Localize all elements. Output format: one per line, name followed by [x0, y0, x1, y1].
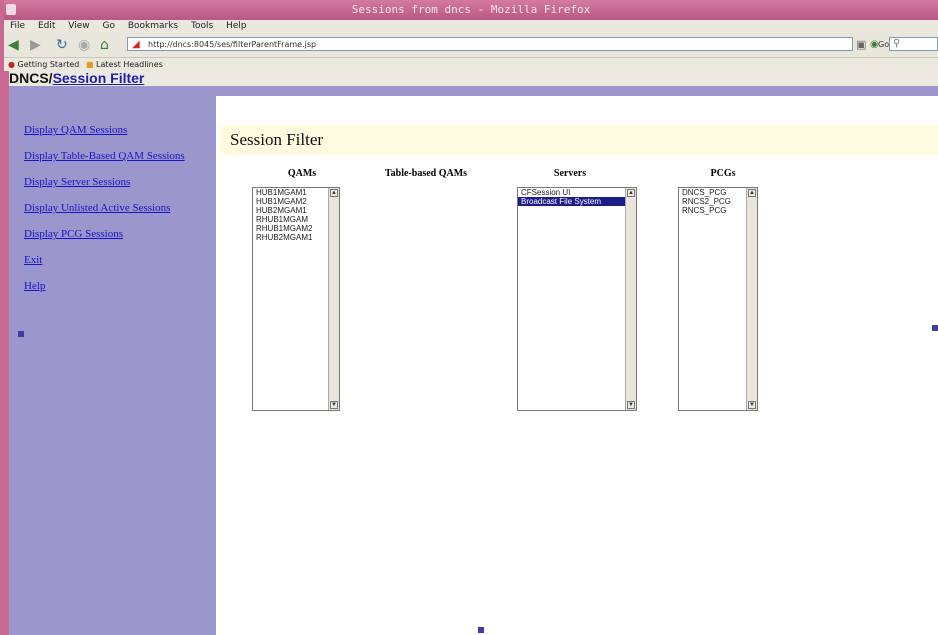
pcgs-scrollbar[interactable]: ▲ ▼ — [746, 188, 757, 410]
list-item[interactable]: HUB1MGAM2 — [253, 197, 339, 206]
search-input[interactable]: ⚲ — [889, 37, 938, 51]
back-icon[interactable]: ◀ — [8, 37, 19, 53]
list-item[interactable]: RHUB1MGAM2 — [253, 224, 339, 233]
menu-edit[interactable]: Edit — [38, 21, 55, 31]
scroll-up-icon[interactable]: ▲ — [330, 189, 338, 197]
window-title: Sessions from dncs - Mozilla Firefox — [351, 3, 591, 16]
home-icon[interactable]: ⌂ — [100, 37, 109, 53]
browser-window: Sessions from dncs - Mozilla Firefox Fil… — [4, 0, 938, 635]
bookmark-getting-started[interactable]: Getting Started — [18, 60, 80, 69]
address-text: http://dncs:8045/ses/filterParentFrame.j… — [148, 40, 317, 49]
menu-bookmarks[interactable]: Bookmarks — [128, 21, 178, 31]
link-display-table-based-qam-sessions[interactable]: Display Table-Based QAM Sessions — [24, 150, 209, 163]
list-item[interactable]: HUB2MGAM1 — [253, 206, 339, 215]
go-label[interactable]: Go — [878, 40, 889, 49]
link-display-qam-sessions[interactable]: Display QAM Sessions — [24, 124, 209, 137]
page-title: Session Filter — [220, 125, 938, 155]
frame-resize-handle[interactable] — [478, 627, 484, 633]
header-band — [216, 86, 938, 96]
link-display-unlisted-active-sessions[interactable]: Display Unlisted Active Sessions — [24, 202, 209, 215]
menu-bar: File Edit View Go Bookmarks Tools Help — [4, 20, 938, 33]
servers-scrollbar[interactable]: ▲ ▼ — [625, 188, 636, 410]
sidebar-links: Display QAM Sessions Display Table-Based… — [24, 124, 209, 306]
help-marker-icon — [18, 331, 24, 337]
menu-tools[interactable]: Tools — [191, 21, 213, 31]
link-help[interactable]: Help — [24, 280, 209, 293]
menu-go[interactable]: Go — [102, 21, 114, 31]
link-display-pcg-sessions[interactable]: Display PCG Sessions — [24, 228, 209, 241]
scroll-up-icon[interactable]: ▲ — [627, 189, 635, 197]
stop-icon[interactable]: ◉ — [78, 37, 90, 53]
list-item[interactable]: RHUB1MGAM — [253, 215, 339, 224]
getting-started-icon: ● — [8, 60, 15, 69]
page-icon: ▣ — [856, 38, 867, 51]
menu-file[interactable]: File — [10, 21, 25, 31]
qams-scrollbar[interactable]: ▲ ▼ — [328, 188, 339, 410]
header-band-left — [9, 86, 216, 96]
link-exit[interactable]: Exit — [24, 254, 209, 267]
list-item[interactable]: RHUB2MGAM1 — [253, 233, 339, 242]
qams-header: QAMs — [287, 168, 317, 179]
search-icon: ⚲ — [893, 38, 901, 49]
scroll-down-icon[interactable]: ▼ — [748, 401, 756, 409]
app-prefix: DNCS/ — [9, 70, 53, 86]
qams-listbox[interactable]: HUB1MGAM1 HUB1MGAM2 HUB2MGAM1 RHUB1MGAM … — [252, 187, 340, 411]
address-bar[interactable]: ◢ http://dncs:8045/ses/filterParentFrame… — [127, 37, 853, 51]
servers-header: Servers — [553, 168, 587, 179]
pcgs-listbox[interactable]: DNCS_PCG RNCS2_PCG RNCS_PCG ▲ ▼ — [678, 187, 758, 411]
main-panel: Session Filter QAMs Table-based QAMs Ser… — [220, 125, 938, 635]
list-item[interactable]: CFSession UI — [518, 188, 636, 197]
app-header: DNCS/Session Filter — [9, 71, 938, 86]
pcgs-header: PCGs — [710, 168, 736, 179]
table-qams-header: Table-based QAMs — [384, 168, 468, 179]
reload-icon[interactable]: ↻ — [56, 37, 68, 53]
scroll-up-icon[interactable]: ▲ — [748, 189, 756, 197]
window-menu-icon[interactable] — [6, 4, 16, 15]
list-item-selected[interactable]: Broadcast File System — [518, 197, 636, 206]
rss-feed-icon: ■ — [85, 60, 94, 69]
site-icon: ◢ — [132, 39, 140, 50]
scroll-down-icon[interactable]: ▼ — [627, 401, 635, 409]
page-content: DNCS/Session Filter Display QAM Sessions… — [4, 71, 938, 635]
link-display-server-sessions[interactable]: Display Server Sessions — [24, 176, 209, 189]
list-item[interactable]: HUB1MGAM1 — [253, 188, 339, 197]
servers-listbox[interactable]: CFSession UI Broadcast File System ▲ ▼ — [517, 187, 637, 411]
title-bar: Sessions from dncs - Mozilla Firefox — [4, 0, 938, 20]
menu-help[interactable]: Help — [226, 21, 247, 31]
menu-view[interactable]: View — [68, 21, 89, 31]
forward-icon[interactable]: ▶ — [30, 37, 41, 53]
session-filter-link[interactable]: Session Filter — [53, 70, 145, 86]
navigation-toolbar: ◀ ▶ ↻ ◉ ⌂ ◢ http://dncs:8045/ses/filterP… — [4, 33, 938, 58]
bookmark-latest-headlines[interactable]: Latest Headlines — [96, 60, 163, 69]
scroll-down-icon[interactable]: ▼ — [330, 401, 338, 409]
frame-edge-marker — [932, 325, 938, 331]
